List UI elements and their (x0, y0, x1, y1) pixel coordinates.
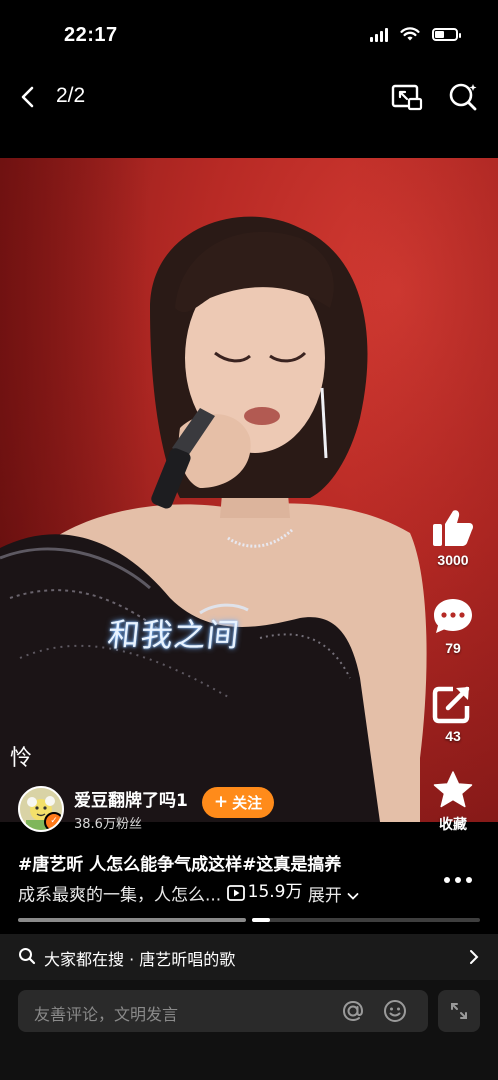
page-indicator: 2/2 (56, 84, 86, 107)
follow-label: 关注 (232, 793, 263, 812)
description-line-2: 成系最爽的一集，人怎么... (18, 885, 222, 906)
views-count: 15.9万 (247, 882, 303, 902)
chevron-right-icon (470, 950, 479, 964)
expand-icon (451, 1003, 467, 1019)
progress-segment-1 (18, 918, 246, 922)
search-prefix: 大家都在搜 (44, 950, 125, 969)
wifi-icon (400, 27, 420, 41)
progress-segment-2 (252, 918, 480, 922)
favorite-button[interactable]: 收藏 (424, 770, 482, 834)
comment-icon (434, 599, 472, 633)
views-count-group: 15.9万 (226, 879, 303, 906)
share-button[interactable]: 43 (424, 684, 482, 744)
play-count-icon (226, 884, 245, 901)
lyric-caption: 和我之间 (105, 616, 242, 654)
expand-button[interactable]: 展开 (308, 886, 359, 906)
like-button[interactable]: 3000 (424, 508, 482, 568)
search-icon (19, 948, 36, 965)
author-avatar[interactable]: ✓ (18, 786, 64, 832)
comment-input[interactable]: 友善评论，文明发言 (18, 990, 428, 1032)
like-count: 3000 (437, 552, 469, 568)
author-fans: 38.6万粉丝 (74, 817, 142, 832)
plus-icon: + (213, 791, 229, 812)
back-icon[interactable] (14, 82, 44, 112)
comment-placeholder: 友善评论，文明发言 (34, 1005, 179, 1024)
mention-icon[interactable] (340, 998, 366, 1024)
star-icon (433, 771, 473, 808)
author-name[interactable]: 爱豆翻牌了吗1 (74, 786, 188, 811)
search-separator: · (129, 950, 135, 969)
description-line-1: #唐艺昕 人怎么能争气成这样#这真是搞养 (18, 855, 342, 875)
cellular-signal-icon (370, 26, 388, 42)
status-icons (370, 26, 461, 42)
favorite-label: 收藏 (439, 816, 467, 832)
picture-in-picture-icon[interactable] (390, 80, 424, 114)
verified-badge-icon: ✓ (44, 812, 62, 830)
search-query: 唐艺昕唱的歌 (139, 950, 236, 969)
share-icon (432, 686, 470, 724)
emoji-icon[interactable] (382, 998, 408, 1024)
comment-button[interactable]: 79 (424, 596, 482, 656)
carousel-progress (18, 918, 480, 922)
share-count: 43 (445, 728, 461, 744)
status-time: 22:17 (64, 24, 118, 46)
video-description[interactable]: #唐艺昕 人怎么能争气成这样#这真是搞养 成系最爽的一集，人怎么... 15.9… (18, 852, 418, 910)
thumbs-up-icon (433, 510, 473, 546)
expand-comment-button[interactable] (438, 990, 480, 1032)
expand-label: 展开 (307, 885, 342, 906)
search-icon[interactable] (446, 80, 480, 114)
status-bar: 22:17 (0, 0, 498, 70)
more-options-button[interactable] (438, 868, 478, 892)
comment-bar: 友善评论，文明发言 (0, 980, 498, 1080)
top-nav-bar: 2/2 (0, 70, 498, 126)
comment-count: 79 (445, 640, 461, 656)
lyric-side-text: 怜 (10, 746, 33, 771)
follow-button[interactable]: + 关注 (201, 786, 275, 818)
author-row: ✓ 爱豆翻牌了吗1 38.6万粉丝 + 关注 (18, 786, 275, 832)
search-suggestion-bar[interactable]: 大家都在搜 · 唐艺昕唱的歌 (0, 934, 498, 980)
battery-icon (432, 27, 461, 41)
chevron-down-icon (347, 892, 359, 900)
